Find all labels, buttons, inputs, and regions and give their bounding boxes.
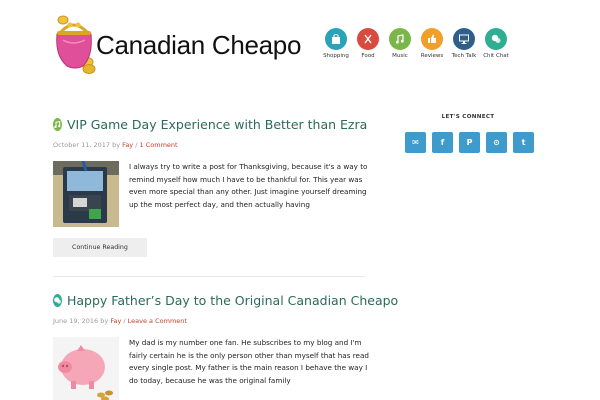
twitter-icon[interactable]: t (513, 132, 534, 153)
post-article: VIP Game Day Experience with Better than… (53, 117, 367, 257)
post-thumbnail[interactable] (53, 337, 119, 400)
music-note-icon (53, 118, 62, 131)
category-food[interactable]: Food (350, 28, 386, 59)
chit-chat-icon (53, 294, 62, 307)
post-thumbnail[interactable] (53, 161, 119, 227)
meta-separator: / (135, 141, 138, 149)
coin-purse-logo-icon (56, 15, 96, 74)
rss-icon[interactable]: ⊙ (486, 132, 507, 153)
email-icon[interactable]: ✉ (405, 132, 426, 153)
post-article: Happy Father’s Day to the Original Canad… (53, 293, 398, 400)
category-shopping[interactable]: Shopping (318, 28, 354, 59)
facebook-icon[interactable]: f (432, 132, 453, 153)
pinterest-icon[interactable]: P (459, 132, 480, 153)
category-label: Food (361, 53, 375, 59)
chat-bubble-icon (485, 28, 507, 50)
post-meta: October 11, 2017 by Fay / 1 Comment (53, 141, 365, 149)
post-date: June 19, 2016 (53, 317, 99, 325)
post-body: I always try to write a post for Thanksg… (53, 161, 367, 241)
post-meta: June 19, 2016 by Fay / Leave a Comment (53, 317, 365, 325)
site-header: Canadian Cheapo Shopping Food Music Revi… (0, 0, 600, 80)
continue-reading-button[interactable]: Continue Reading (53, 238, 147, 257)
category-chit-chat[interactable]: Chit Chat (478, 28, 514, 59)
lets-connect-heading: LET'S CONNECT (441, 114, 495, 120)
post-author-link[interactable]: Fay (110, 317, 121, 325)
post-by: by (100, 317, 109, 325)
post-body: My dad is my number one fan. He subscrib… (53, 337, 369, 400)
post-comments-link[interactable]: 1 Comment (140, 141, 178, 149)
category-label: Chit Chat (483, 53, 509, 59)
fork-knife-icon (357, 28, 379, 50)
category-tech-talk[interactable]: Tech Talk (446, 28, 482, 59)
site-title: Canadian Cheapo (96, 30, 302, 60)
music-note-icon (389, 28, 411, 50)
site-logo[interactable]: Canadian Cheapo (53, 12, 301, 74)
thumbs-up-icon (421, 28, 443, 50)
post-date: October 11, 2017 (53, 141, 111, 149)
category-label: Shopping (323, 53, 349, 59)
post-title[interactable]: VIP Game Day Experience with Better than… (53, 117, 367, 132)
post-divider (53, 276, 365, 277)
post-excerpt: I always try to write a post for Thanksg… (129, 162, 368, 209)
meta-separator: / (123, 317, 126, 325)
category-music[interactable]: Music (382, 28, 418, 59)
shopping-bag-icon (325, 28, 347, 50)
social-links: ✉ f P ⊙ t (405, 132, 534, 153)
post-title-text[interactable]: Happy Father’s Day to the Original Canad… (67, 293, 398, 308)
post-title-text[interactable]: VIP Game Day Experience with Better than… (67, 117, 367, 132)
post-comments-link[interactable]: Leave a Comment (128, 317, 187, 325)
category-label: Reviews (420, 53, 444, 59)
post-author-link[interactable]: Fay (122, 141, 133, 149)
category-nav: Shopping Food Music Reviews Tech Talk Ch… (318, 28, 518, 62)
category-label: Tech Talk (451, 53, 477, 59)
post-title[interactable]: Happy Father’s Day to the Original Canad… (53, 293, 398, 308)
post-by: by (112, 141, 121, 149)
post-excerpt: My dad is my number one fan. He subscrib… (129, 338, 369, 385)
category-reviews[interactable]: Reviews (414, 28, 450, 59)
category-label: Music (392, 53, 408, 59)
monitor-icon (453, 28, 475, 50)
